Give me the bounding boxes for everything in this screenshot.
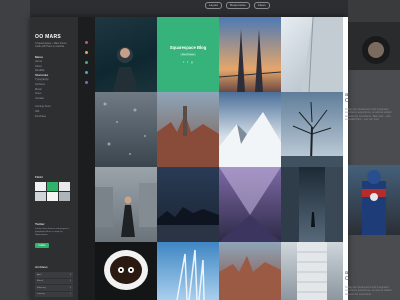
photo-coffee — [104, 250, 148, 290]
photo-tile[interactable] — [281, 242, 343, 300]
photo-woman — [113, 47, 139, 92]
archive-month: April — [37, 273, 42, 276]
photo-superhero — [362, 170, 386, 235]
flickr-thumb[interactable] — [35, 192, 46, 201]
photo-street-man — [95, 183, 157, 237]
photo-corridor — [281, 167, 343, 242]
flickr-thumb[interactable] — [47, 182, 58, 191]
archive-count: 3 — [69, 273, 71, 276]
photo-old-town — [157, 106, 219, 167]
photo-tile[interactable] — [157, 242, 219, 300]
browser-frame: OO MARS A Squarespace + Mars theme made … — [30, 17, 348, 300]
photo-architecture — [219, 167, 281, 242]
twitter-title: Twitter — [35, 222, 45, 226]
blog-tile[interactable]: Squarespace Blog Mars Theme f t g — [157, 17, 219, 92]
archive-count: 2 — [69, 286, 71, 289]
photo-tile[interactable] — [219, 167, 281, 242]
post-excerpt[interactable]: at Squarespace Commerce customers. Today… — [345, 92, 400, 121]
photo-tile[interactable] — [95, 92, 157, 167]
color-dot[interactable] — [85, 61, 88, 64]
follow-button[interactable]: Follow — [35, 243, 49, 248]
flickr-title: Flickr — [35, 175, 44, 179]
photo-tile[interactable] — [281, 167, 343, 242]
post-body: Today we introduced a fully integrated c… — [345, 107, 392, 122]
archive-item[interactable]: April 3 — [35, 272, 73, 278]
archive-item[interactable]: March 5 — [35, 278, 73, 284]
sidebar-item[interactable]: Contact — [35, 97, 51, 102]
color-dot[interactable] — [85, 51, 88, 54]
site-logo[interactable]: OO MARS — [35, 34, 61, 40]
photo-city-night — [157, 207, 219, 242]
sidebar-item[interactable]: Purchase — [35, 115, 51, 120]
archive-item[interactable]: January 7 — [35, 291, 73, 297]
archive-month: January — [37, 293, 45, 296]
color-dot[interactable] — [85, 41, 88, 44]
right-photo[interactable] — [348, 165, 400, 235]
sidebar-menu: Home About Wordlite Shortcodes Typograph… — [35, 60, 51, 119]
tweet-text: Lovely clean themes and gorgeous typogra… — [35, 228, 69, 236]
archive-count: 7 — [69, 293, 71, 296]
sidebar: OO MARS A Squarespace + Mars theme made … — [30, 17, 78, 300]
archive-count: 5 — [69, 280, 71, 283]
flickr-thumb[interactable] — [35, 182, 46, 191]
google-icon[interactable]: g — [191, 60, 193, 64]
photo-tile[interactable] — [95, 242, 157, 300]
site-tagline: A Squarespace + Mars theme made with Hau… — [35, 42, 67, 48]
tag[interactable]: Clean — [253, 2, 270, 9]
color-dot-strip — [78, 17, 95, 300]
photo-bridge — [219, 29, 281, 92]
post-excerpt[interactable]: at Squarespace Commerce customers. Today… — [345, 270, 400, 296]
photo-grid: Squarespace Blog Mars Theme f t g — [95, 17, 343, 300]
twitter-icon[interactable]: t — [187, 60, 188, 64]
flickr-thumb[interactable] — [59, 192, 70, 201]
blog-subtitle: Mars Theme — [179, 53, 197, 56]
post-title[interactable]: at Squarespace Commerce customers. — [345, 270, 400, 283]
photo-tile[interactable] — [219, 92, 281, 167]
photo-tile[interactable] — [95, 17, 157, 92]
tag[interactable]: Responsive — [226, 2, 250, 9]
photo-tile[interactable] — [281, 17, 343, 92]
post-title[interactable]: at Squarespace Commerce customers. — [345, 92, 400, 105]
photo-tile[interactable] — [219, 17, 281, 92]
photo-tile[interactable] — [219, 242, 281, 300]
photo-tile[interactable] — [95, 167, 157, 242]
archive-month: February — [37, 286, 46, 289]
photo-rain-window — [103, 102, 146, 155]
background-left — [0, 0, 30, 300]
photo-tree — [281, 101, 343, 167]
menu-title: Menu — [35, 55, 43, 59]
archive-item[interactable]: February 2 — [35, 285, 73, 291]
flickr-thumb[interactable] — [59, 182, 70, 191]
blog-title: Squarespace Blog — [169, 45, 207, 50]
flickr-thumb[interactable] — [47, 192, 58, 201]
archives-title: Archives — [35, 265, 48, 269]
flickr-grid — [35, 182, 70, 201]
post-body: Today we introduced a fully integrated c… — [345, 285, 392, 296]
color-dot[interactable] — [85, 81, 88, 84]
photo-tile[interactable] — [157, 167, 219, 242]
tag-list: Layout Responsive Clean — [205, 2, 270, 9]
photo-tall-building — [297, 242, 327, 300]
right-photo[interactable] — [348, 0, 400, 70]
photo-tile[interactable] — [157, 92, 219, 167]
archive-month: March — [37, 280, 44, 283]
photo-building — [301, 17, 343, 92]
photo-tile[interactable] — [281, 92, 343, 167]
archives-list: April 3 March 5 February 2 January 7 — [35, 272, 73, 298]
photo-rooftops — [219, 256, 281, 300]
color-dot[interactable] — [85, 71, 88, 74]
tag[interactable]: Layout — [205, 2, 223, 9]
photo-mountain — [219, 112, 281, 167]
photo-sculpture — [176, 249, 205, 300]
photo-headphones — [348, 0, 400, 70]
social-icons: f t g — [183, 60, 192, 64]
facebook-icon[interactable]: f — [183, 60, 184, 64]
